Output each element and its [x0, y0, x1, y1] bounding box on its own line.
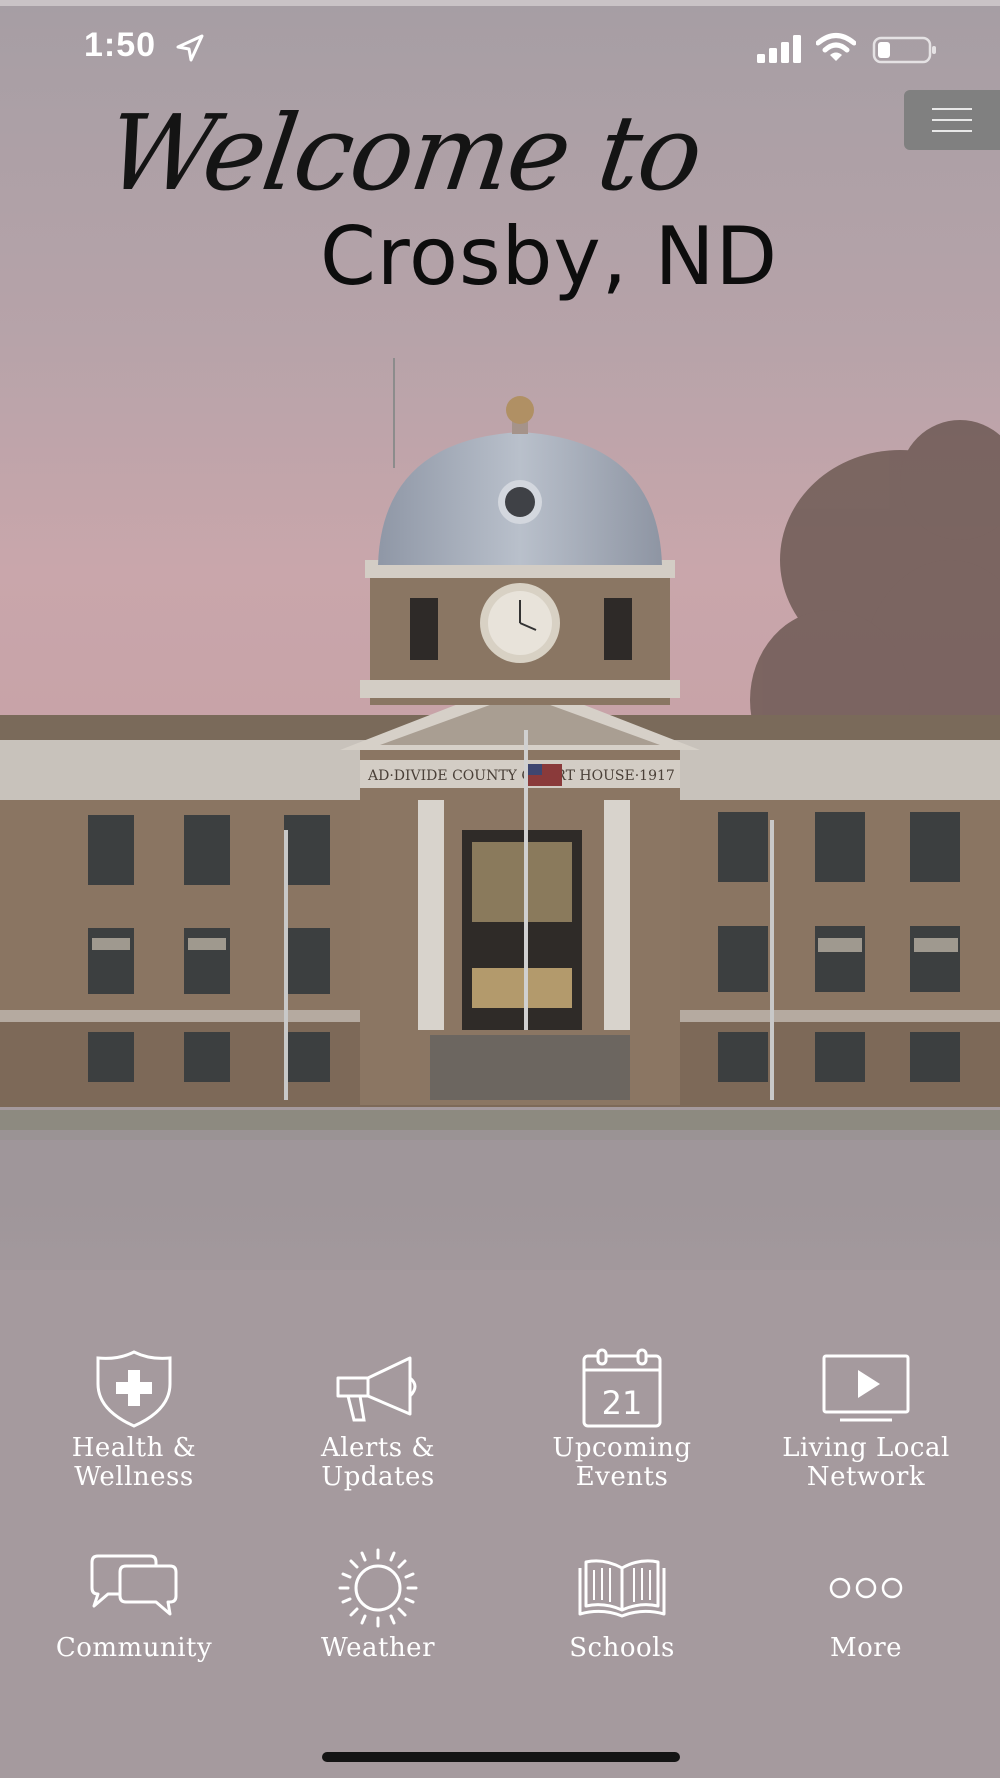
hamburger-menu-icon-bar: [932, 130, 972, 132]
nav-item-schools[interactable]: Schools: [507, 1548, 737, 1663]
nav-label-line1: Weather: [321, 1633, 435, 1663]
nav-item-weather[interactable]: Weather: [263, 1548, 493, 1663]
hamburger-menu-icon: [932, 108, 972, 110]
nav-label-line1: Health &: [71, 1433, 197, 1463]
battery-icon: [872, 36, 936, 64]
health-shield-cross-icon: [96, 1350, 172, 1428]
nav-item-living-local-network[interactable]: Living Local Network: [751, 1348, 981, 1492]
home-indicator[interactable]: [322, 1752, 680, 1762]
nav-label-line2: Wellness: [74, 1462, 194, 1492]
nav-label-more: More: [751, 1634, 981, 1663]
nav-item-health-wellness[interactable]: Health & Wellness: [19, 1348, 249, 1492]
nav-label-line2: Network: [806, 1462, 926, 1492]
app-screen: AD·DIVIDE COUNTY COURT HOUSE·1917 1:50 W…: [0, 0, 1000, 1778]
menu-button[interactable]: [904, 90, 1000, 150]
nav-label-health: Health & Wellness: [19, 1434, 249, 1492]
town-name: Crosby, ND: [320, 210, 779, 303]
cellular-signal-icon: [757, 35, 801, 63]
status-time: 1:50: [84, 26, 157, 64]
nav-label-living-local: Living Local Network: [751, 1434, 981, 1492]
status-bar: 1:50: [0, 6, 1000, 86]
nav-label-line2: Events: [575, 1462, 669, 1492]
chat-bubbles-icon: [90, 1554, 178, 1616]
hamburger-menu-icon-bar: [932, 119, 972, 121]
nav-item-alerts-updates[interactable]: Alerts & Updates: [263, 1348, 493, 1492]
nav-item-more[interactable]: More: [751, 1548, 981, 1663]
open-book-icon: [578, 1559, 666, 1618]
nav-label-alerts: Alerts & Updates: [263, 1434, 493, 1492]
nav-label-line1: More: [829, 1633, 903, 1663]
nav-item-upcoming-events[interactable]: 21 Upcoming Events: [507, 1348, 737, 1492]
video-play-icon: [822, 1354, 910, 1422]
calendar-icon: 21: [582, 1348, 662, 1428]
building-inscription: AD·DIVIDE COUNTY COURT HOUSE·1917: [367, 768, 675, 784]
nav-label-schools: Schools: [507, 1634, 737, 1663]
nav-item-community[interactable]: Community: [19, 1548, 249, 1663]
nav-label-events: Upcoming Events: [507, 1434, 737, 1492]
location-arrow-icon: [176, 34, 204, 62]
megaphone-icon: [336, 1356, 417, 1422]
more-dots-icon: [829, 1577, 903, 1599]
nav-label-community: Community: [19, 1634, 249, 1663]
wifi-icon: [816, 33, 856, 61]
nav-label-line1: Schools: [569, 1633, 675, 1663]
nav-label-line1: Community: [55, 1633, 213, 1663]
nav-label-line1: Living Local: [782, 1433, 950, 1463]
nav-label-line2: Updates: [321, 1462, 435, 1492]
nav-grid: Health & Wellness Alerts & Updates 21 Up…: [0, 1340, 1000, 1680]
nav-label-line1: Upcoming: [552, 1433, 692, 1463]
welcome-title: Welcome to: [99, 92, 709, 214]
nav-label-line1: Alerts &: [320, 1433, 436, 1463]
nav-label-weather: Weather: [263, 1634, 493, 1663]
calendar-day: 21: [602, 1384, 643, 1422]
sun-icon: [338, 1548, 418, 1628]
